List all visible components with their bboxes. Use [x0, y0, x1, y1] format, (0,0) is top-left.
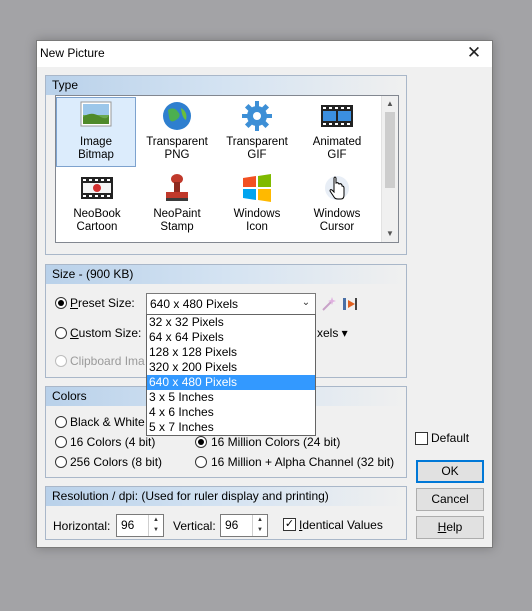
spin-down-icon[interactable]: ▼: [253, 525, 267, 535]
help-button[interactable]: Help: [416, 516, 484, 539]
16-million-colors-radio[interactable]: [195, 436, 207, 448]
cancel-button[interactable]: Cancel: [416, 488, 484, 511]
black-white-label: Black & White: [70, 415, 145, 429]
preset-size-label: Preset Size:: [70, 296, 135, 310]
black-white-radio[interactable]: [55, 416, 67, 428]
type-item-neobook-cartoon[interactable]: NeoBook Cartoon: [57, 170, 137, 240]
type-item-transparent-gif[interactable]: Transparent GIF: [217, 98, 297, 168]
type-group-label: Type: [52, 78, 79, 92]
preset-option[interactable]: 5 x 7 Inches: [147, 420, 315, 435]
horizontal-dpi-spinner[interactable]: 96 ▲ ▼: [116, 514, 164, 537]
preset-option[interactable]: 4 x 6 Inches: [147, 405, 315, 420]
identical-values-checkbox[interactable]: ✓: [283, 518, 296, 531]
windows-cursor-icon: [320, 172, 354, 206]
preset-size-dropdown: 32 x 32 Pixels 64 x 64 Pixels 128 x 128 …: [146, 314, 316, 436]
new-picture-dialog: New Picture ✕ Type Image Bitmap Transpar…: [36, 40, 493, 548]
preset-size-radio[interactable]: [55, 297, 67, 309]
256-colors-label: 256 Colors (8 bit): [70, 455, 163, 469]
spin-down-icon[interactable]: ▼: [149, 525, 163, 535]
custom-units-select[interactable]: xels ▾: [317, 326, 348, 340]
size-group-label: Size - (900 KB): [52, 267, 134, 281]
preset-size-select[interactable]: 640 x 480 Pixels ⌄: [146, 293, 316, 315]
title-bar: New Picture ✕: [37, 41, 492, 67]
type-list-scrollbar[interactable]: ▲ ▼: [381, 96, 398, 242]
neobook-cartoon-icon: [80, 172, 114, 206]
spin-up-icon[interactable]: ▲: [149, 515, 163, 525]
256-colors-radio[interactable]: [55, 456, 67, 468]
16-million-colors-label: 16 Million Colors (24 bit): [211, 435, 341, 449]
image-bitmap-icon: [79, 100, 113, 134]
magic-wand-icon[interactable]: [320, 296, 338, 312]
preset-option[interactable]: 3 x 5 Inches: [147, 390, 315, 405]
type-item-neopaint-stamp[interactable]: NeoPaint Stamp: [137, 170, 217, 240]
preset-option[interactable]: 64 x 64 Pixels: [147, 330, 315, 345]
custom-size-radio[interactable]: [55, 327, 67, 339]
vertical-label: Vertical:: [173, 519, 216, 533]
spin-up-icon[interactable]: ▲: [253, 515, 267, 525]
preset-option[interactable]: 32 x 32 Pixels: [147, 315, 315, 330]
type-item-windows-icon[interactable]: Windows Icon: [217, 170, 297, 240]
resize-icon[interactable]: [341, 296, 359, 312]
preset-option[interactable]: 128 x 128 Pixels: [147, 345, 315, 360]
preset-size-value: 640 x 480 Pixels: [150, 297, 239, 311]
ok-button[interactable]: OK: [416, 460, 484, 483]
neopaint-stamp-icon: [160, 172, 194, 206]
scroll-down-icon[interactable]: ▼: [382, 226, 398, 242]
preset-option-selected[interactable]: 640 x 480 Pixels: [147, 375, 315, 390]
type-item-windows-cursor[interactable]: Windows Cursor: [297, 170, 377, 240]
preset-option[interactable]: 320 x 200 Pixels: [147, 360, 315, 375]
type-item-transparent-png[interactable]: Transparent PNG: [137, 98, 217, 168]
type-item-image-bitmap[interactable]: Image Bitmap: [56, 97, 136, 167]
vertical-dpi-value[interactable]: 96: [225, 518, 238, 532]
scroll-up-icon[interactable]: ▲: [382, 96, 398, 112]
dialog-title: New Picture: [40, 46, 105, 60]
clipboard-image-label: Clipboard Ima: [70, 354, 145, 368]
close-icon[interactable]: ✕: [462, 42, 486, 64]
16-colors-radio[interactable]: [55, 436, 67, 448]
horizontal-dpi-value[interactable]: 96: [121, 518, 134, 532]
horizontal-label: Horizontal:: [53, 519, 111, 533]
16-colors-label: 16 Colors (4 bit): [70, 435, 156, 449]
clipboard-image-radio[interactable]: [55, 355, 67, 367]
default-checkbox[interactable]: [415, 432, 428, 445]
custom-size-label: Custom Size:: [70, 326, 142, 340]
animated-gif-icon: [320, 100, 354, 134]
identical-values-label: Identical Values: [299, 518, 383, 532]
chevron-down-icon[interactable]: ⌄: [297, 294, 315, 314]
transparent-png-icon: [160, 100, 194, 134]
colors-group-label: Colors: [52, 389, 87, 403]
type-item-animated-gif[interactable]: Animated GIF: [297, 98, 377, 168]
vertical-dpi-spinner[interactable]: 96 ▲ ▼: [220, 514, 268, 537]
scroll-thumb[interactable]: [385, 112, 395, 188]
default-label: Default: [431, 431, 470, 445]
16-million-alpha-radio[interactable]: [195, 456, 207, 468]
transparent-gif-icon: [240, 100, 274, 134]
type-list: Image Bitmap Transparent PNG Transparent…: [55, 95, 399, 243]
type-group: Type Image Bitmap Transparent PNG Transp…: [45, 75, 407, 255]
windows-icon-icon: [240, 172, 274, 206]
16-million-alpha-label: 16 Million + Alpha Channel (32 bit): [211, 455, 395, 469]
resolution-group-label: Resolution / dpi: (Used for ruler displa…: [52, 489, 329, 503]
